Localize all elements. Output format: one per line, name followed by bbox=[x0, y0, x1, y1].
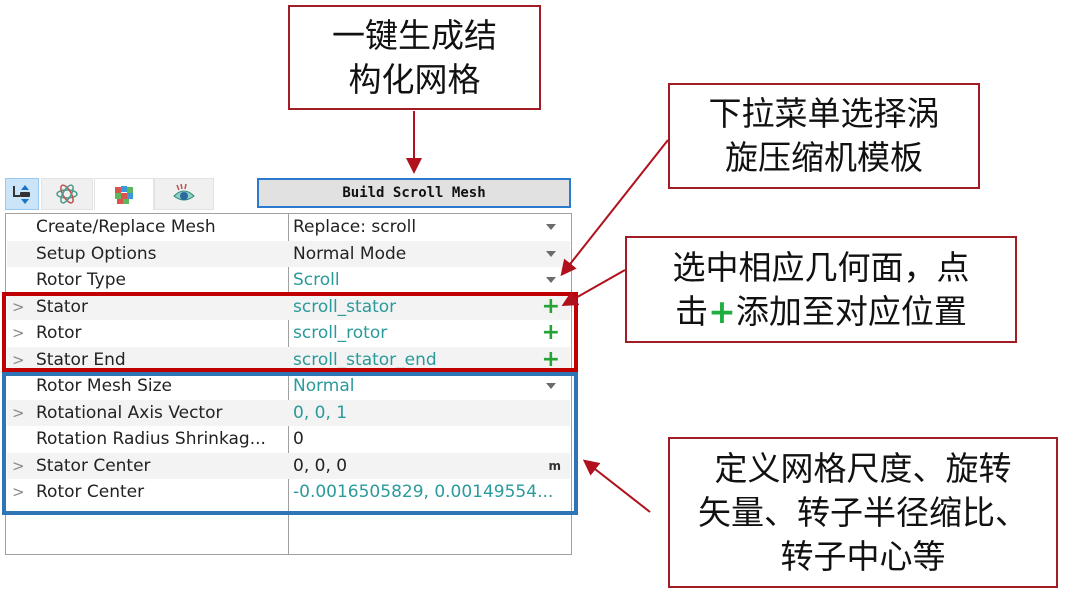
mesh-tool-icon bbox=[13, 185, 30, 204]
property-value[interactable]: 0, 0, 1 bbox=[293, 400, 347, 426]
property-value[interactable]: Normal bbox=[293, 373, 355, 399]
property-row[interactable]: Create/Replace Mesh Replace: scroll bbox=[7, 214, 570, 241]
property-name: Stator bbox=[36, 296, 88, 317]
callout-text-fragment: 添加至对应位置 bbox=[735, 291, 967, 331]
property-value[interactable]: Normal Mode bbox=[293, 241, 406, 267]
chevron-right-icon[interactable]: > bbox=[12, 453, 25, 479]
dropdown-arrow-icon[interactable] bbox=[546, 250, 556, 257]
cube-icon bbox=[115, 185, 133, 204]
property-name: Setup Options bbox=[36, 243, 157, 264]
property-value[interactable]: 0 bbox=[293, 426, 304, 452]
property-row[interactable]: Rotor Mesh Size Normal bbox=[7, 373, 570, 400]
property-value[interactable]: -0.0016505829, 0.00149554... bbox=[293, 479, 553, 505]
build-scroll-mesh-button[interactable]: Build Scroll Mesh bbox=[257, 178, 571, 208]
property-name: Rotor Mesh Size bbox=[36, 376, 172, 396]
tab-geometry[interactable] bbox=[94, 178, 154, 210]
arrow-to-parameters bbox=[582, 459, 651, 513]
property-row[interactable]: > Rotor scroll_rotor + bbox=[7, 320, 570, 347]
dropdown-arrow-icon[interactable] bbox=[546, 383, 556, 389]
property-row[interactable]: > Stator scroll_stator + bbox=[7, 293, 570, 320]
callout-text-line: 击+添加至对应位置 bbox=[627, 290, 1015, 334]
callout-text-line: 选中相应几何面，点 bbox=[672, 247, 970, 287]
callout-add-faces: 选中相应几何面，点 击+添加至对应位置 bbox=[625, 236, 1017, 343]
add-plus-icon[interactable]: + bbox=[542, 320, 560, 346]
property-name: Stator End bbox=[36, 349, 126, 370]
callout-text-line: 旋压缩机模板 bbox=[725, 138, 923, 177]
callout-build-mesh: 一键生成结 构化网格 bbox=[288, 5, 541, 110]
chevron-right-icon[interactable]: > bbox=[12, 320, 25, 346]
property-value[interactable]: Replace: scroll bbox=[293, 214, 416, 240]
property-value[interactable]: scroll_rotor bbox=[293, 320, 387, 346]
callout-mesh-params: 定义网格尺度、旋转 矢量、转子半径缩比、 转子中心等 bbox=[668, 437, 1058, 588]
callout-text-line: 一键生成结 bbox=[332, 15, 497, 55]
property-name: Rotational Axis Vector bbox=[36, 402, 223, 423]
dropdown-arrow-icon[interactable] bbox=[546, 277, 556, 283]
property-row[interactable]: > Stator Center 0, 0, 0 m bbox=[7, 452, 570, 479]
property-value[interactable]: 0, 0, 0 bbox=[293, 453, 347, 479]
unit-label[interactable]: m bbox=[548, 453, 561, 479]
atom-icon bbox=[56, 184, 78, 204]
property-name: Rotor bbox=[36, 323, 82, 343]
property-row[interactable]: Rotor Type Scroll bbox=[7, 267, 570, 294]
add-plus-icon[interactable]: + bbox=[542, 347, 560, 373]
property-value[interactable]: scroll_stator_end bbox=[293, 347, 437, 373]
callout-template: 下拉菜单选择涡 旋压缩机模板 bbox=[668, 83, 980, 189]
chevron-right-icon[interactable]: > bbox=[12, 479, 25, 505]
property-name: Create/Replace Mesh bbox=[36, 217, 216, 237]
property-name: Rotation Radius Shrinkag... bbox=[36, 429, 266, 449]
tab-view[interactable] bbox=[154, 178, 214, 210]
toolbar-tabs: Build Scroll Mesh bbox=[5, 176, 573, 211]
property-row[interactable]: > Rotational Axis Vector 0, 0, 1 bbox=[7, 399, 570, 426]
property-row[interactable]: > Rotor Center -0.0016505829, 0.00149554..… bbox=[7, 479, 570, 506]
property-value[interactable]: Scroll bbox=[293, 267, 340, 293]
property-name: Rotor Type bbox=[36, 270, 126, 290]
property-name: Rotor Center bbox=[36, 482, 145, 502]
property-value[interactable]: scroll_stator bbox=[293, 294, 396, 320]
chevron-right-icon[interactable]: > bbox=[12, 400, 25, 426]
callout-text-fragment: 击 bbox=[675, 291, 709, 331]
add-plus-icon[interactable]: + bbox=[542, 294, 560, 320]
chevron-right-icon[interactable]: > bbox=[12, 347, 25, 373]
plus-icon: + bbox=[708, 291, 736, 331]
tab-mesh-tool[interactable] bbox=[5, 178, 39, 210]
callout-text-line: 下拉菜单选择涡 bbox=[708, 94, 940, 133]
property-row[interactable]: Setup Options Normal Mode bbox=[7, 240, 570, 267]
callout-text-line: 矢量、转子半径缩比、 bbox=[698, 492, 1028, 532]
arrow-to-add-button bbox=[561, 269, 626, 306]
callout-text-line: 定义网格尺度、旋转 bbox=[714, 448, 1012, 488]
property-table: Create/Replace Mesh Replace: scroll Setup … bbox=[5, 213, 572, 555]
callout-text-line: 转子中心等 bbox=[780, 536, 946, 576]
callout-text-line: 构化网格 bbox=[348, 59, 481, 99]
property-row[interactable]: > Stator End scroll_stator_end + bbox=[7, 346, 570, 373]
property-row[interactable]: Rotation Radius Shrinkag... 0 bbox=[7, 426, 570, 453]
tab-physics[interactable] bbox=[41, 178, 93, 210]
dropdown-arrow-icon[interactable] bbox=[546, 224, 556, 230]
chevron-right-icon[interactable]: > bbox=[12, 294, 25, 320]
property-name: Stator Center bbox=[36, 455, 151, 476]
eye-icon bbox=[173, 183, 195, 201]
